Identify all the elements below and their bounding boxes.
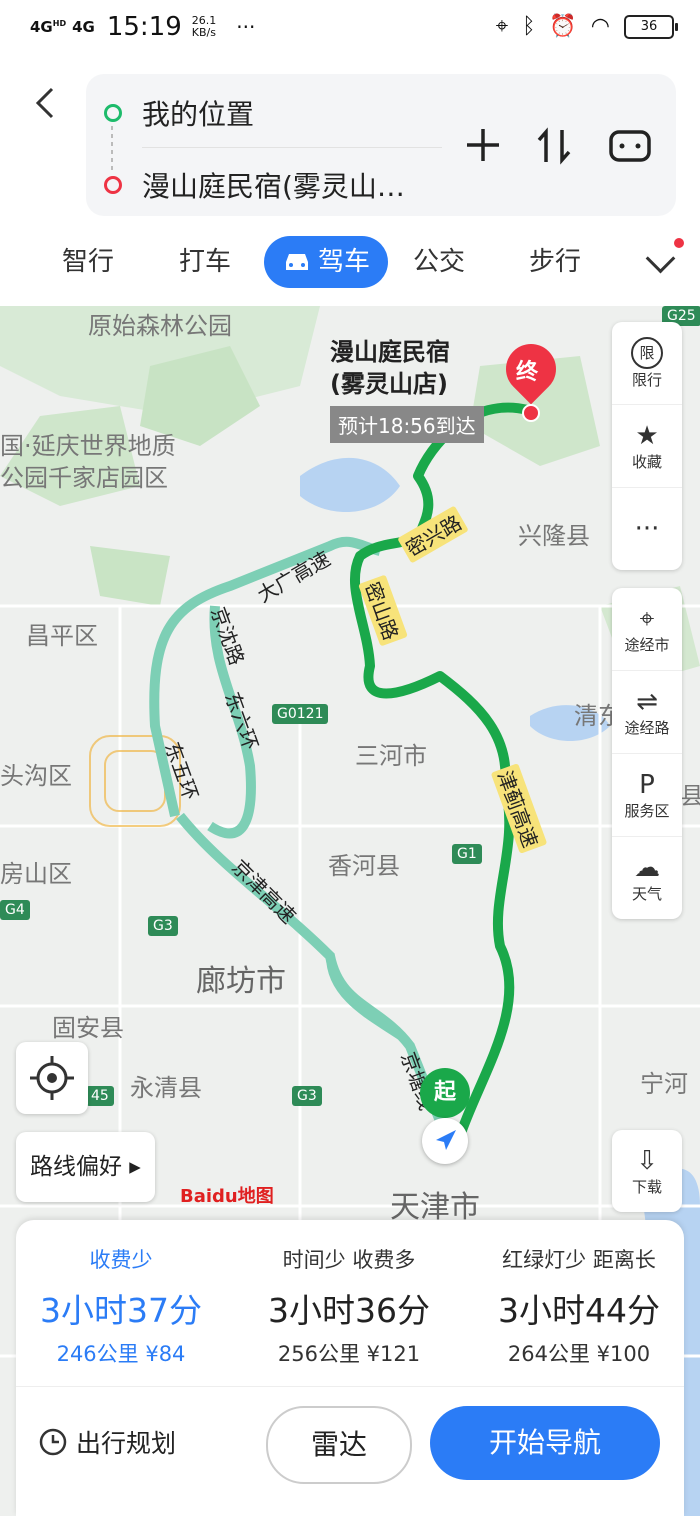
star-icon: ★ <box>635 420 659 451</box>
tab-bus[interactable]: 公交 <box>413 236 465 288</box>
side-panel-mid: ⌖ 途经市 ⇌ 途经路 P 服务区 ☁ 天气 <box>612 588 682 919</box>
end-pin-label: 终 <box>516 360 539 385</box>
tab-drive[interactable]: 驾车 <box>264 236 389 288</box>
trip-plan-button[interactable]: 出行规划 <box>38 1424 176 1460</box>
bluetooth-icon: ᛒ <box>522 14 536 39</box>
download-icon: ⇩ <box>636 1145 658 1176</box>
wifi-icon: ◠ <box>590 14 610 39</box>
map-label: 三河市 <box>355 742 427 770</box>
more-button[interactable]: ··· <box>612 488 682 570</box>
location-icon: ⌖ <box>495 14 509 39</box>
pin-icon: ⌖ <box>639 603 655 634</box>
origin-field[interactable]: 我的位置 <box>142 93 254 133</box>
back-button[interactable] <box>34 86 56 129</box>
signal-icon: 4GHD <box>30 18 67 36</box>
eta-badge: 预计18:56到达 <box>330 406 484 443</box>
add-waypoint-button[interactable] <box>464 126 502 168</box>
divider <box>16 1386 684 1387</box>
chevron-down-icon[interactable] <box>645 243 676 274</box>
locate-button[interactable] <box>16 1042 88 1114</box>
via-road-button[interactable]: ⇌ 途经路 <box>612 671 682 754</box>
radar-button[interactable]: 雷达 <box>266 1406 412 1484</box>
destination-label: 漫山庭民宿 (雾灵山店) <box>330 338 450 398</box>
highway-shield: G3 <box>148 916 178 936</box>
more-icon: ··· <box>634 514 660 544</box>
map-label: 兴隆县 <box>518 522 590 550</box>
highway-shield: G1 <box>452 844 482 864</box>
battery-icon: 36 <box>624 14 678 39</box>
car-icon <box>286 254 308 270</box>
map-label: 香河县 <box>328 852 400 880</box>
highway-shield: G0121 <box>272 704 329 724</box>
route-icon: ⇌ <box>636 686 658 717</box>
route-option-1[interactable]: 收费少 3小时37分 246公里 ¥84 <box>16 1244 226 1368</box>
side-panel-top: 限限行 ★ 收藏 ··· <box>612 322 682 570</box>
notification-dot <box>674 238 684 248</box>
more-icon: ··· <box>236 15 256 39</box>
current-location-icon <box>422 1118 468 1164</box>
clock-icon <box>39 1428 67 1456</box>
tab-smart[interactable]: 智行 <box>62 236 114 288</box>
service-area-button[interactable]: P 服务区 <box>612 754 682 837</box>
end-dot-icon <box>522 404 540 422</box>
route-option-2[interactable]: 时间少 收费多 3小时36分 256公里 ¥121 <box>244 1244 454 1368</box>
signal-icon: 4G <box>72 18 95 36</box>
cloud-icon: ☁ <box>634 852 660 883</box>
restriction-button[interactable]: 限限行 <box>612 322 682 405</box>
route-options-sheet: 收费少 3小时37分 246公里 ¥84 时间少 收费多 3小时36分 256公… <box>16 1220 684 1516</box>
map-label: 廊坊市 <box>196 964 286 999</box>
map-label: 房山区 <box>0 860 72 888</box>
map-label: 头沟区 <box>0 762 72 790</box>
swap-button[interactable] <box>536 126 572 170</box>
car-info-button[interactable] <box>608 128 652 168</box>
tab-taxi[interactable]: 打车 <box>179 236 231 288</box>
start-dot-icon <box>104 104 122 122</box>
map-label: 公园千家店园区 <box>0 464 168 492</box>
net-speed: 26.1 KB/s <box>191 14 217 39</box>
crosshair-icon <box>30 1056 74 1100</box>
highway-shield: 45 <box>86 1086 114 1106</box>
highway-shield: G3 <box>292 1086 322 1106</box>
divider <box>142 147 442 148</box>
baidu-logo: Baidu地图 <box>180 1186 274 1207</box>
map-label: 永清县 <box>130 1074 202 1102</box>
restriction-icon: 限 <box>631 336 663 369</box>
clock: 15:19 <box>106 12 182 42</box>
start-pin-icon[interactable]: 起 <box>420 1068 470 1118</box>
start-navigation-button[interactable]: 开始导航 <box>430 1406 660 1480</box>
route-connector <box>111 126 113 170</box>
map-label: 县 <box>680 782 700 810</box>
favorite-button[interactable]: ★ 收藏 <box>612 405 682 488</box>
highway-shield: G4 <box>0 900 30 920</box>
mode-tabs: 智行 打车 驾车 公交 步行 <box>0 236 700 296</box>
map-label: 宁河 <box>640 1070 688 1098</box>
alarm-icon: ⏰ <box>549 14 577 39</box>
map-label: 固安县 <box>52 1014 124 1042</box>
parking-icon: P <box>639 769 655 800</box>
tab-walk[interactable]: 步行 <box>529 236 581 288</box>
destination-field[interactable]: 漫山庭民宿(雾灵山… <box>142 165 442 205</box>
download-button[interactable]: ⇩ 下载 <box>612 1130 682 1212</box>
weather-button[interactable]: ☁ 天气 <box>612 837 682 919</box>
via-city-button[interactable]: ⌖ 途经市 <box>612 588 682 671</box>
map-label: 原始森林公园 <box>88 312 232 340</box>
download-panel: ⇩ 下载 <box>612 1130 682 1212</box>
route-preference-button[interactable]: 路线偏好 ▸ <box>16 1132 155 1202</box>
tab-drive-label: 驾车 <box>318 247 371 277</box>
status-bar: 4GHD 4G 15:19 26.1 KB/s ··· ⌖ ᛒ ⏰ ◠ 36 <box>0 0 700 56</box>
map-label: 国·延庆世界地质 <box>0 432 176 460</box>
map-label: 昌平区 <box>26 622 98 650</box>
route-option-3[interactable]: 红绿灯少 距离长 3小时44分 264公里 ¥100 <box>474 1244 684 1368</box>
end-dot-icon <box>104 176 122 194</box>
